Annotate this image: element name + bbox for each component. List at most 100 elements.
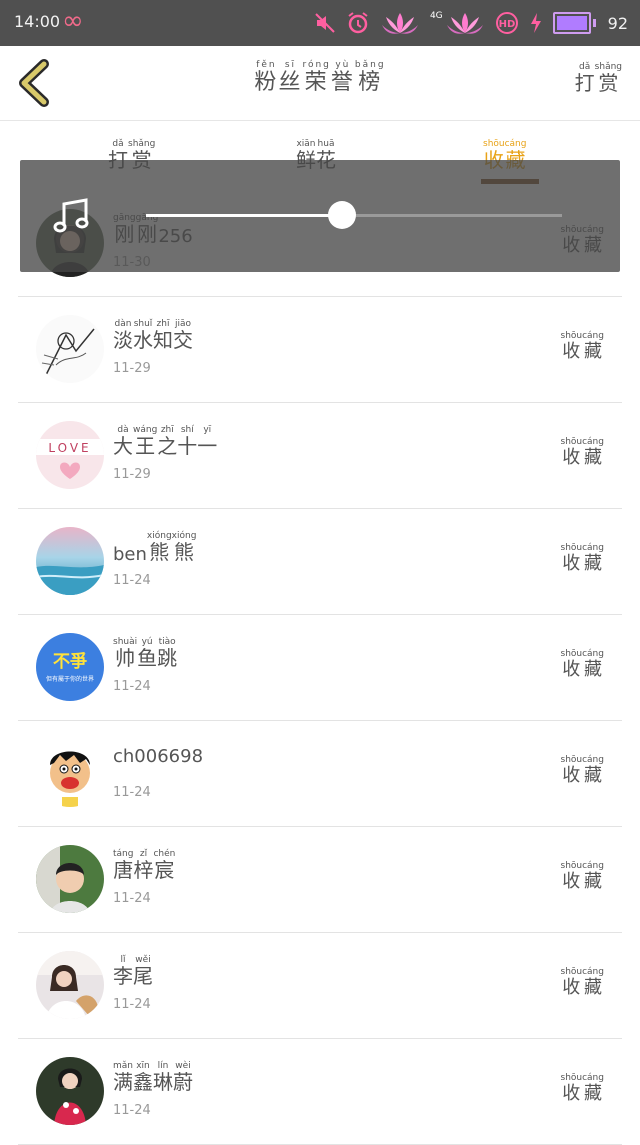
user-name-ruby: 淡dàn水shuǐ知zhī交jiāo	[113, 319, 193, 353]
ruby-char: 藏cáng	[582, 649, 604, 680]
user-name-ruby: 满mǎn鑫xīn琳lín蔚wèi	[113, 1061, 193, 1095]
favorite-button[interactable]: 收shōu藏cáng	[561, 861, 605, 893]
user-name: ben熊xióng熊xióng	[113, 531, 196, 565]
avatar[interactable]	[36, 845, 104, 913]
user-name-ruby: 熊xióng熊xióng	[147, 531, 197, 565]
ruby-char: 收shōu	[560, 967, 583, 998]
user-name-text: ch006698	[113, 746, 204, 767]
avatar[interactable]	[36, 527, 104, 595]
date-label: 11-24	[113, 997, 151, 1012]
ruby-char: 跳tiào	[157, 637, 178, 670]
favorite-button[interactable]: 收shōu藏cáng	[561, 331, 605, 363]
status-time: 14:00	[14, 12, 61, 31]
ruby-char: 熊xióng	[146, 531, 172, 564]
favorite-button[interactable]: 收shōu藏cáng	[561, 649, 605, 681]
page-title-text: 粉fěn丝sī荣róng誉yù榜bǎng	[254, 60, 385, 96]
list-item[interactable]: 唐táng梓zǐ宸chén 11-24 收shōu藏cáng	[18, 827, 622, 933]
favorite-button-label: 收shōu藏cáng	[561, 755, 605, 787]
avatar[interactable]	[36, 739, 104, 807]
infinity-icon: ∞	[62, 6, 84, 36]
favorite-button[interactable]: 收shōu藏cáng	[561, 967, 605, 999]
user-name: 大dà王wáng之zhī十shí一yī	[113, 425, 217, 459]
ruby-char: 一yī	[197, 425, 218, 458]
favorite-button-label: 收shōu藏cáng	[561, 649, 605, 681]
avatar[interactable]: LOVE	[36, 421, 104, 489]
favorite-button[interactable]: 收shōu藏cáng	[561, 755, 605, 787]
status-bar: 14:00 ∞ 4G HD 92	[0, 0, 640, 46]
user-name: 唐táng梓zǐ宸chén	[113, 849, 175, 883]
user-name-ruby: 大dà王wáng之zhī十shí一yī	[113, 425, 217, 459]
ruby-char: 梓zǐ	[133, 849, 154, 882]
ruby-char: 藏cáng	[582, 437, 604, 468]
lotus-icon	[380, 11, 420, 35]
svg-text:LOVE: LOVE	[48, 441, 91, 455]
hd-icon: HD	[495, 11, 519, 35]
battery-icon	[552, 12, 591, 34]
ruby-char: 收shōu	[560, 543, 583, 574]
ruby-char: 誉yù	[330, 60, 355, 95]
ruby-char: 帅shuài	[113, 637, 138, 670]
ruby-char: 藏cáng	[582, 543, 604, 574]
list-item[interactable]: 李lǐ尾wěi 11-24 收shōu藏cáng	[18, 933, 622, 1039]
favorite-button[interactable]: 收shōu藏cáng	[561, 437, 605, 469]
ruby-char: 收shōu	[560, 755, 583, 786]
alarm-icon	[346, 11, 370, 35]
list-item[interactable]: 淡dàn水shuǐ知zhī交jiāo 11-29 收shōu藏cáng	[18, 297, 622, 403]
favorite-button-label: 收shōu藏cáng	[561, 1073, 605, 1105]
progress-thumb[interactable]	[327, 201, 356, 229]
page-title: 粉fěn丝sī荣róng誉yù榜bǎng	[0, 60, 640, 96]
ruby-char: 收shōu	[560, 437, 583, 468]
ruby-char: 大dà	[113, 425, 133, 458]
ruby-char: 淡dàn	[113, 319, 133, 352]
progress-track[interactable]	[146, 201, 562, 229]
ruby-char: 藏cáng	[582, 331, 604, 362]
tip-button[interactable]: 打dǎ赏shǎng	[575, 62, 622, 96]
ruby-char: 鑫xīn	[133, 1061, 153, 1094]
ruby-char: 交jiāo	[173, 319, 193, 352]
ruby-char: 藏cáng	[582, 861, 604, 892]
avatar[interactable]	[36, 951, 104, 1019]
favorite-button[interactable]: 收shōu藏cáng	[561, 1073, 605, 1105]
ruby-char: 藏cáng	[582, 755, 604, 786]
date-label: 11-24	[113, 891, 151, 906]
user-name: ch006698	[113, 743, 203, 767]
ruby-char: 水shuǐ	[133, 319, 153, 352]
avatar[interactable]	[36, 1057, 104, 1125]
favorite-button-label: 收shōu藏cáng	[561, 861, 605, 893]
avatar[interactable]	[36, 315, 104, 383]
tip-button-label: 打dǎ赏shǎng	[575, 62, 622, 96]
list-item[interactable]: LOVE 大dà王wáng之zhī十shí一yī 11-29 收shōu藏cáng	[18, 403, 622, 509]
battery-tip	[592, 19, 596, 27]
network-label: 4G	[429, 11, 443, 21]
list-item[interactable]: ben熊xióng熊xióng 11-24 收shōu藏cáng	[18, 509, 622, 615]
progress-fill	[146, 214, 342, 217]
ruby-char: 收shōu	[560, 861, 583, 892]
list-item[interactable]: ch006698 11-24 收shōu藏cáng	[18, 721, 622, 827]
avatar[interactable]: 不爭 但有屬于你的世界	[36, 633, 104, 701]
user-name: 帅shuài鱼yú跳tiào	[113, 637, 177, 671]
list-item[interactable]: 不爭 但有屬于你的世界 帅shuài鱼yú跳tiào 11-24 收shōu藏cáng	[18, 615, 622, 721]
favorite-button[interactable]: 收shōu藏cáng	[561, 543, 605, 575]
battery-level: 92	[607, 13, 628, 33]
lotus-icon	[445, 11, 485, 35]
favorite-button-label: 收shōu藏cáng	[561, 437, 605, 469]
date-label: 11-29	[113, 361, 151, 376]
svg-text:HD: HD	[498, 19, 515, 30]
music-note-icon[interactable]	[52, 196, 92, 236]
status-icons: 4G HD 92	[314, 6, 628, 40]
favorite-button-label: 收shōu藏cáng	[561, 331, 605, 363]
user-name-ruby: 帅shuài鱼yú跳tiào	[113, 637, 177, 671]
ruby-char: 收shōu	[560, 649, 583, 680]
ruby-char: 知zhī	[153, 319, 173, 352]
date-label: 11-24	[113, 785, 151, 800]
mute-icon	[314, 12, 336, 34]
ruby-char: 藏cáng	[582, 967, 604, 998]
ruby-char: 王wáng	[133, 425, 158, 458]
list-item[interactable]: 满mǎn鑫xīn琳lín蔚wèi 11-24 收shōu藏cáng	[18, 1039, 622, 1145]
ruby-char: 鱼yú	[137, 637, 158, 670]
ruby-char: 藏cáng	[582, 1073, 604, 1104]
ruby-char: 琳lín	[153, 1061, 173, 1094]
user-list: 刚gāng刚gāng25611-30收shōu藏cáng淡dàn水shuǐ知zh…	[18, 191, 622, 1145]
ruby-char: 十shí	[177, 425, 198, 458]
favorite-button-label: 收shōu藏cáng	[561, 543, 605, 575]
